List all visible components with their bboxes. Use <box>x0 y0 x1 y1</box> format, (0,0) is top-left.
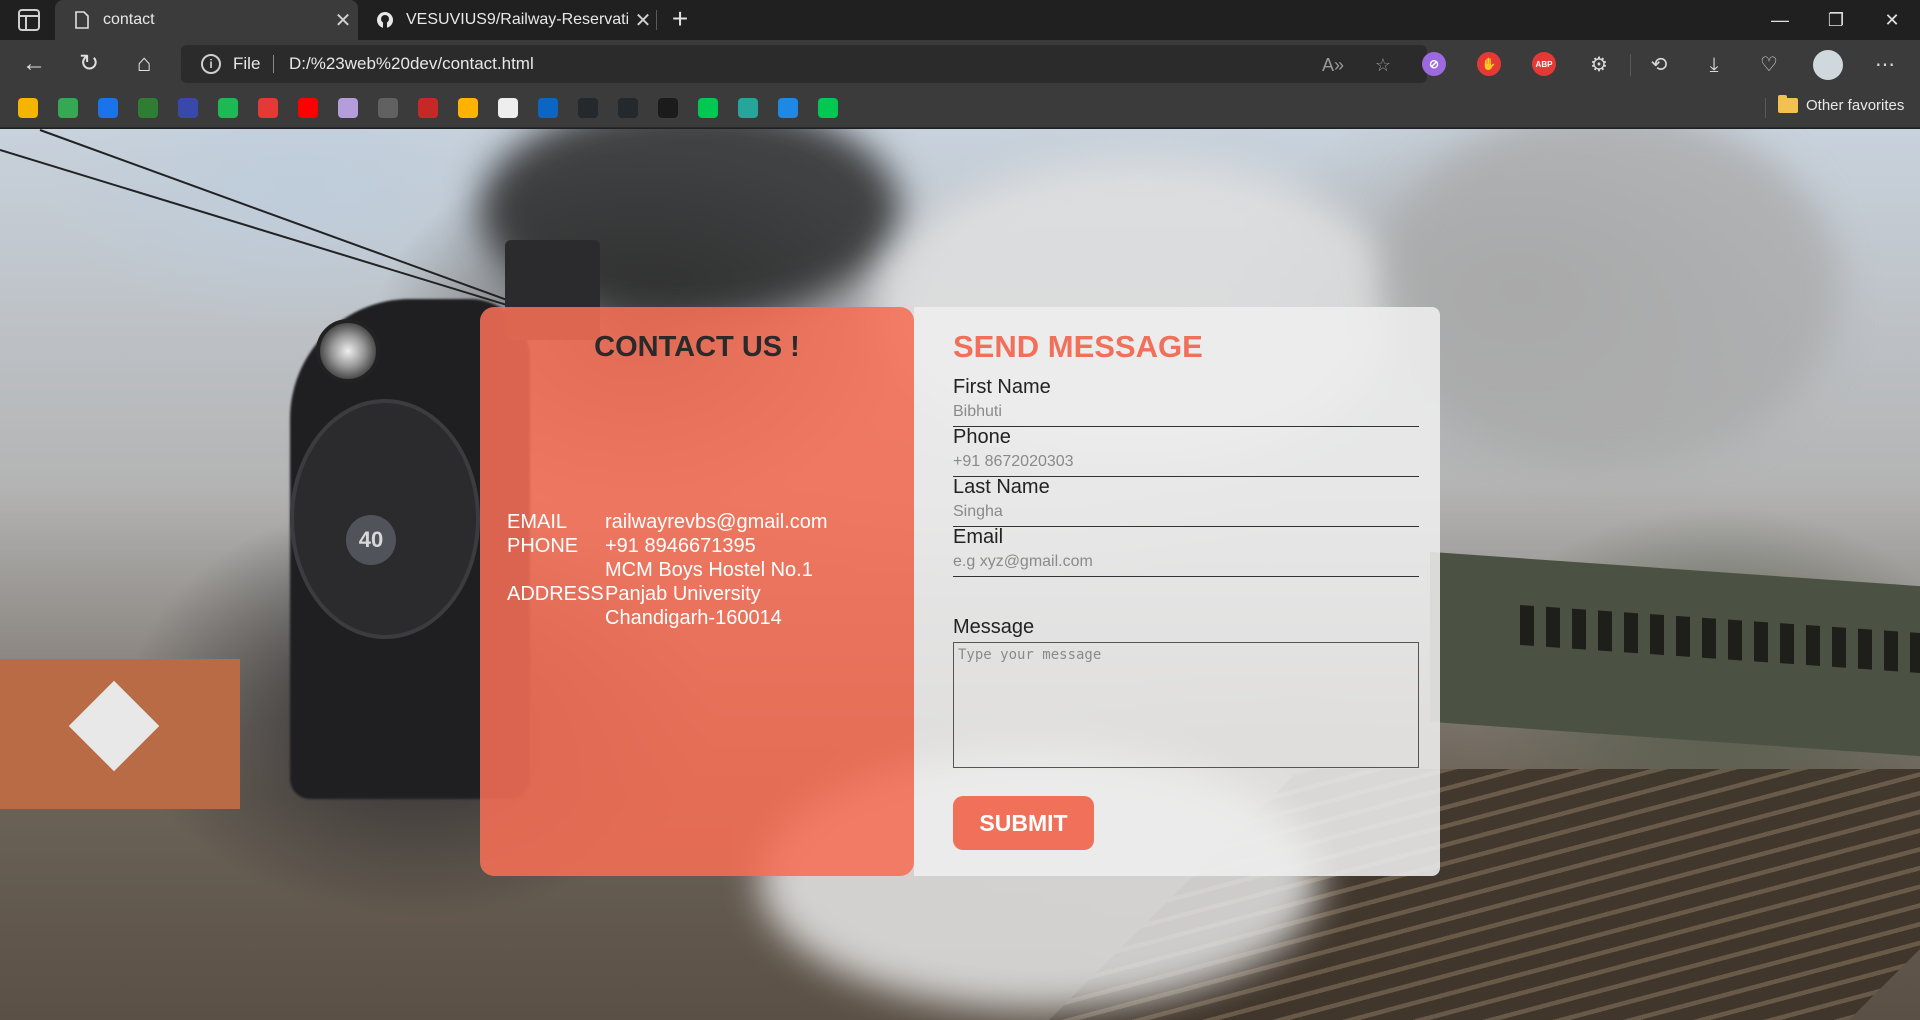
new-tab-icon[interactable]: + <box>664 4 696 36</box>
github-icon[interactable] <box>618 98 638 118</box>
phone-row: PHONE +91 8946671395 <box>507 534 828 558</box>
performance-icon[interactable]: ♡ <box>1756 52 1782 78</box>
locomotive-number-plate: 40 <box>346 515 396 565</box>
address-line: Chandigarh-160014 <box>605 607 782 629</box>
first-name-label: First Name <box>953 376 1051 398</box>
phone-value: +91 8946671395 <box>605 535 756 557</box>
info-icon[interactable]: i <box>201 54 221 74</box>
minimize-icon[interactable]: — <box>1752 0 1808 40</box>
address-bar: ← ↻ ⌂ i File D:/%23web%20dev/contact.htm… <box>0 40 1920 88</box>
email-value: railwayrevbs@gmail.com <box>605 511 828 533</box>
abp-icon[interactable]: ABP <box>1532 52 1556 76</box>
home-icon[interactable]: ⌂ <box>128 48 160 80</box>
toolbar-divider <box>1630 54 1631 76</box>
email-label: EMAIL <box>507 511 568 533</box>
url-scheme-label: File <box>233 54 261 73</box>
address-value: MCM Boys Hostel No.1 Panjab University C… <box>605 558 813 630</box>
address-row: ADDRESS MCM Boys Hostel No.1 Panjab Univ… <box>507 558 828 630</box>
message-field[interactable] <box>953 642 1419 768</box>
forms-icon[interactable] <box>738 98 758 118</box>
spotify-icon[interactable] <box>218 98 238 118</box>
tab-github[interactable]: VESUVIUS9/Railway-Reservation ✕ <box>358 0 658 40</box>
power-wire <box>39 129 529 309</box>
tab-title: VESUVIUS9/Railway-Reservation <box>406 11 628 28</box>
settings-icon[interactable] <box>378 98 398 118</box>
youtube-icon[interactable] <box>298 98 318 118</box>
email-field[interactable] <box>953 547 1419 577</box>
adblock-icon[interactable]: ✋ <box>1477 52 1501 76</box>
first-name-field[interactable] <box>953 397 1419 427</box>
url-field[interactable]: i File D:/%23web%20dev/contact.html A» ☆ <box>181 45 1427 83</box>
tab-contact[interactable]: contact ✕ <box>55 0 358 40</box>
pirate-icon[interactable] <box>178 98 198 118</box>
more-menu-icon[interactable]: ⋯ <box>1872 52 1898 78</box>
avatar[interactable] <box>1813 50 1843 80</box>
message-label: Message <box>953 616 1035 638</box>
address-label: ADDRESS <box>507 583 604 605</box>
phone-field[interactable] <box>953 447 1419 477</box>
extension-icon[interactable]: ⊘ <box>1422 52 1446 76</box>
github-icon <box>376 10 394 30</box>
last-name-field[interactable] <box>953 497 1419 527</box>
add-favorite-icon[interactable]: ☆ <box>1371 53 1395 77</box>
extensions-icon[interactable]: ⚙ <box>1586 52 1612 78</box>
translate-icon[interactable] <box>98 98 118 118</box>
phone-label: Phone <box>953 426 1011 448</box>
close-window-icon[interactable]: ✕ <box>1864 0 1920 40</box>
contact-info-table: EMAIL railwayrevbs@gmail.com PHONE +91 8… <box>507 510 828 630</box>
train-icon[interactable] <box>418 98 438 118</box>
tab-title: contact <box>103 11 155 28</box>
youtube-music-icon[interactable] <box>258 98 278 118</box>
tradingview-icon[interactable] <box>138 98 158 118</box>
submit-button[interactable]: SUBMIT <box>953 796 1094 850</box>
tab-divider <box>656 10 657 30</box>
hackerrank-icon[interactable] <box>658 98 678 118</box>
url-divider <box>273 55 274 73</box>
tab-bar: contact ✕ VESUVIUS9/Railway-Reservation … <box>0 0 1920 40</box>
phone-label: PHONE <box>507 535 579 557</box>
email-label: Email <box>953 526 1004 548</box>
favorites-bar: Other favorites <box>0 88 1920 128</box>
address-line: MCM Boys Hostel No.1 <box>605 559 813 581</box>
profile-icon[interactable] <box>338 98 358 118</box>
page-background: 40 CONTACT US ! EMAIL railwayrevbs@gmail… <box>0 129 1920 1020</box>
form-title: SEND MESSAGE <box>953 329 1203 364</box>
address-line: Panjab University <box>605 583 761 605</box>
contact-card: CONTACT US ! EMAIL railwayrevbs@gmail.co… <box>480 307 1440 876</box>
back-icon[interactable]: ← <box>18 48 50 80</box>
contacts-icon[interactable] <box>18 98 38 118</box>
google-icon[interactable] <box>58 98 78 118</box>
linkedin-icon[interactable] <box>538 98 558 118</box>
clock-icon[interactable] <box>498 98 518 118</box>
contact-title: CONTACT US ! <box>594 331 800 363</box>
refresh-icon[interactable]: ↻ <box>73 48 105 80</box>
url-text[interactable]: D:/%23web%20dev/contact.html <box>289 54 534 74</box>
power-wire <box>0 149 536 315</box>
app-icon[interactable] <box>818 98 838 118</box>
headlamp-image <box>316 319 380 383</box>
smoke-image <box>1380 129 1840 469</box>
restore-icon[interactable]: ❐ <box>1808 0 1864 40</box>
close-icon[interactable]: ✕ <box>628 8 658 33</box>
page-icon <box>73 10 91 30</box>
favorites-divider <box>1765 98 1766 118</box>
github-icon[interactable] <box>578 98 598 118</box>
last-name-label: Last Name <box>953 476 1050 498</box>
globe-icon[interactable] <box>778 98 798 118</box>
image-icon[interactable] <box>458 98 478 118</box>
close-icon[interactable]: ✕ <box>328 8 358 33</box>
other-favorites-label: Other favorites <box>1806 97 1905 114</box>
message-form-panel: SEND MESSAGE First Name Phone Last Name … <box>914 307 1440 876</box>
code-icon[interactable] <box>698 98 718 118</box>
tab-actions-icon[interactable] <box>18 9 40 31</box>
contact-info-panel: CONTACT US ! EMAIL railwayrevbs@gmail.co… <box>480 307 914 876</box>
read-aloud-icon[interactable]: A» <box>1321 53 1345 77</box>
email-row: EMAIL railwayrevbs@gmail.com <box>507 510 828 534</box>
download-icon[interactable]: ⤓ <box>1701 52 1727 78</box>
history-icon[interactable]: ⟲ <box>1646 52 1672 78</box>
other-favorites[interactable]: Other favorites <box>1778 95 1905 114</box>
folder-icon <box>1778 95 1798 113</box>
